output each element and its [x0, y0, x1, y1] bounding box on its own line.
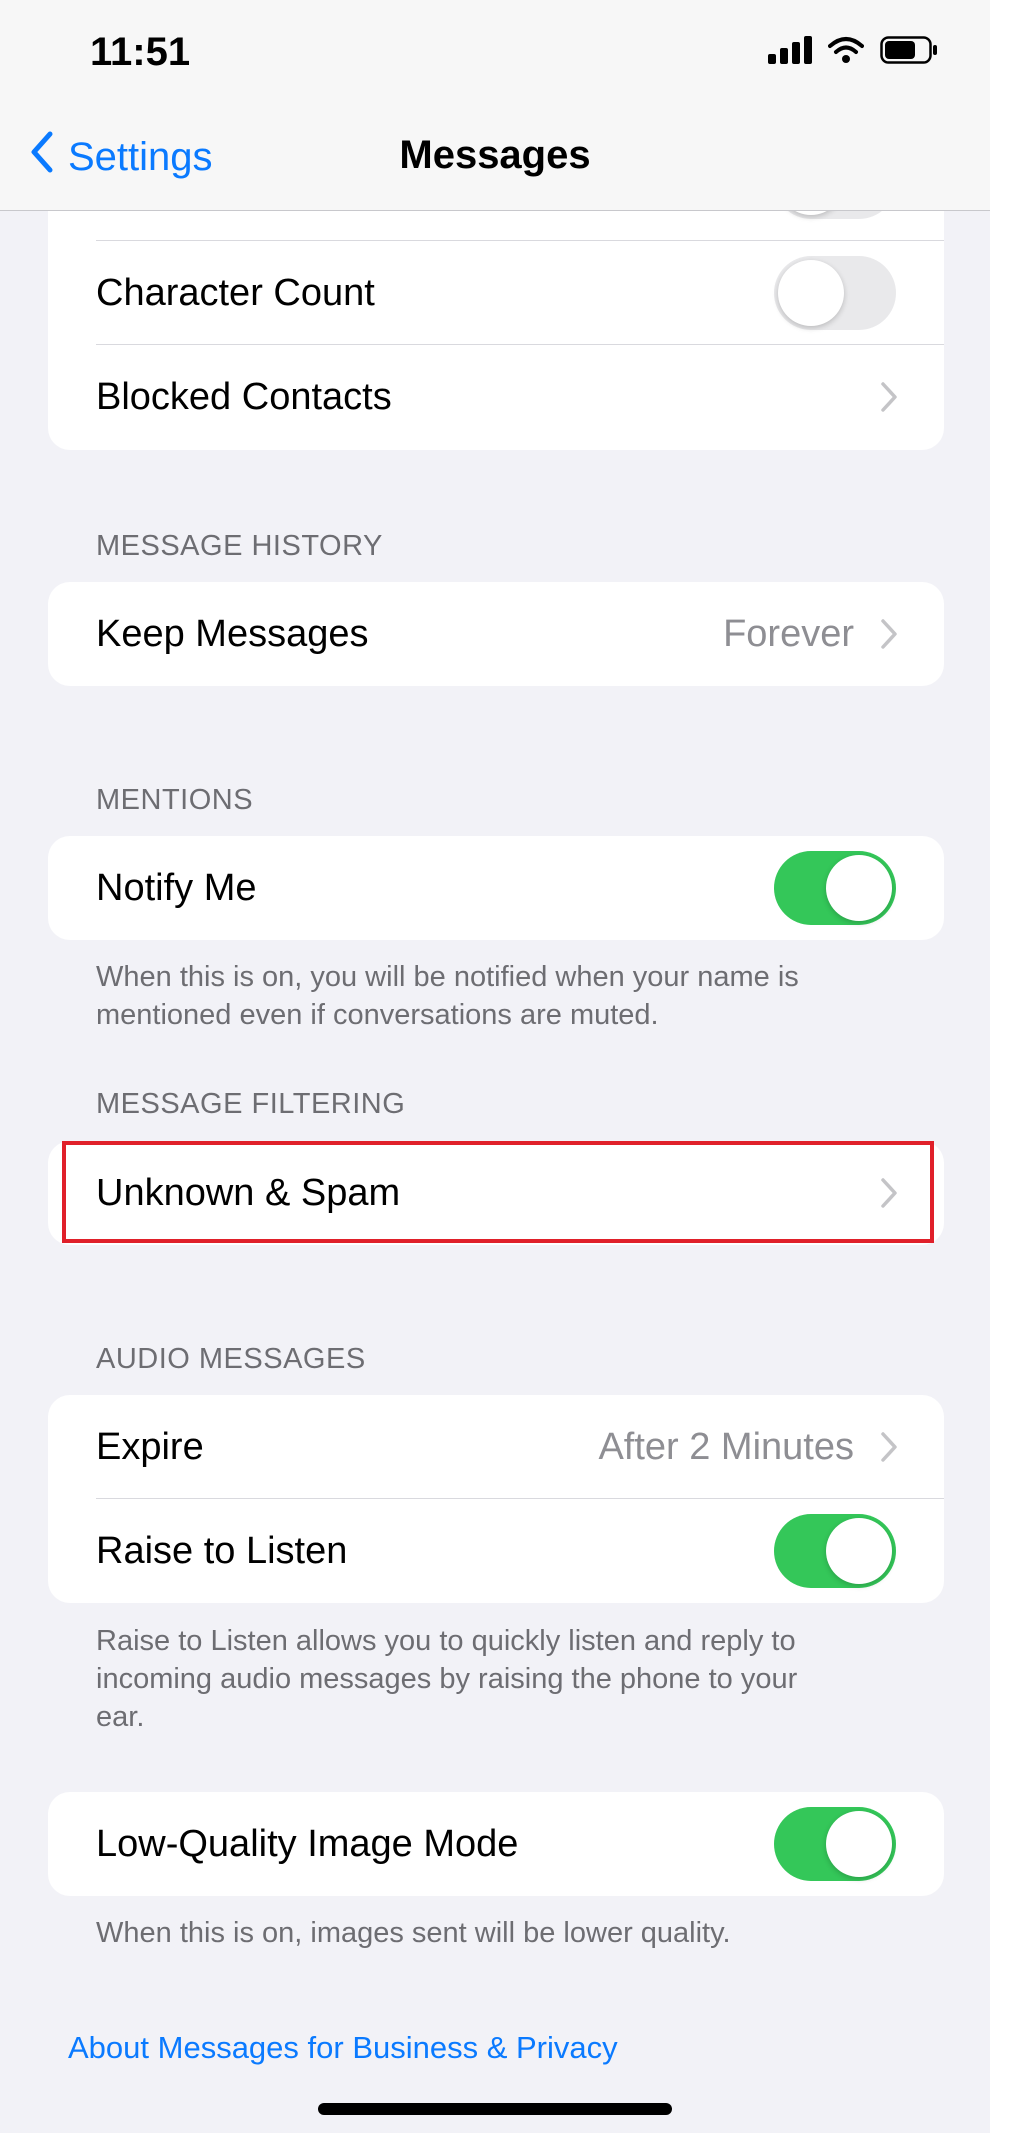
settings-screen: Character Count Blocked Contacts MESSAGE…	[0, 0, 990, 2133]
expire-label: Expire	[96, 1425, 204, 1468]
message-history-group: Keep Messages Forever	[48, 582, 944, 686]
section-header-message-filtering: MESSAGE FILTERING	[96, 1088, 406, 1120]
toggle-knob	[826, 1811, 892, 1877]
status-icons	[768, 36, 938, 64]
expire-row[interactable]: Expire After 2 Minutes	[48, 1395, 944, 1499]
status-time: 11:51	[90, 30, 191, 74]
toggle-knob	[778, 260, 844, 326]
audio-footer-line: Raise to Listen allows you to quickly li…	[96, 1625, 796, 1657]
mentions-footer-line: When this is on, you will be notified wh…	[96, 961, 799, 993]
blocked-contacts-row[interactable]: Blocked Contacts	[48, 345, 944, 449]
chevron-right-icon	[880, 381, 898, 418]
keep-messages-value: Forever	[723, 612, 854, 655]
low-quality-image-toggle[interactable]	[774, 1807, 896, 1881]
back-button-label: Settings	[68, 134, 213, 179]
notify-me-row: Notify Me	[48, 836, 944, 940]
image-group: Low-Quality Image Mode	[48, 1792, 944, 1896]
raise-to-listen-toggle[interactable]	[774, 1514, 896, 1588]
image-footer: When this is on, images sent will be low…	[96, 1917, 731, 1949]
section-header-audio-messages: AUDIO MESSAGES	[96, 1343, 366, 1375]
about-business-privacy-link[interactable]: About Messages for Business & Privacy	[68, 2030, 618, 2066]
keep-messages-row[interactable]: Keep Messages Forever	[48, 582, 944, 686]
chevron-left-icon	[30, 130, 54, 184]
toggle-knob	[826, 855, 892, 921]
low-quality-image-label: Low-Quality Image Mode	[96, 1822, 519, 1865]
chevron-right-icon	[880, 618, 898, 655]
back-button[interactable]: Settings	[30, 130, 213, 184]
cellular-signal-icon	[768, 36, 812, 64]
navigation-bar: 11:51 Messages Settings	[0, 0, 990, 211]
wifi-icon	[828, 36, 864, 64]
notify-me-label: Notify Me	[96, 866, 257, 909]
section-header-mentions: MENTIONS	[96, 784, 254, 816]
expire-value: After 2 Minutes	[598, 1425, 854, 1468]
section-header-message-history: MESSAGE HISTORY	[96, 530, 383, 562]
mentions-footer-line: mentioned even if conversations are mute…	[96, 999, 659, 1031]
character-count-row: Character Count	[48, 241, 944, 345]
character-count-label: Character Count	[96, 271, 375, 314]
battery-icon	[880, 36, 938, 64]
audio-footer-line: ear.	[96, 1701, 145, 1733]
message-filtering-group: Unknown & Spam	[48, 1141, 944, 1245]
low-quality-image-row: Low-Quality Image Mode	[48, 1792, 944, 1896]
audio-messages-footer: Raise to Listen allows you to quickly li…	[96, 1622, 916, 1736]
home-indicator[interactable]	[318, 2103, 672, 2115]
character-count-toggle[interactable]	[774, 256, 896, 330]
audio-footer-line: incoming audio messages by raising the p…	[96, 1663, 798, 1695]
mentions-group: Notify Me	[48, 836, 944, 940]
unknown-spam-label: Unknown & Spam	[96, 1171, 401, 1214]
unknown-spam-row[interactable]: Unknown & Spam	[48, 1141, 944, 1245]
keep-messages-label: Keep Messages	[96, 612, 369, 655]
notify-me-toggle[interactable]	[774, 851, 896, 925]
chevron-right-icon	[880, 1431, 898, 1468]
blocked-contacts-label: Blocked Contacts	[96, 375, 392, 418]
raise-to-listen-row: Raise to Listen	[48, 1499, 944, 1603]
audio-messages-group: Expire After 2 Minutes Raise to Listen	[48, 1395, 944, 1603]
toggle-knob	[826, 1518, 892, 1584]
chevron-right-icon	[880, 1177, 898, 1214]
mentions-footer: When this is on, you will be notified wh…	[96, 958, 916, 1034]
raise-to-listen-label: Raise to Listen	[96, 1529, 348, 1572]
